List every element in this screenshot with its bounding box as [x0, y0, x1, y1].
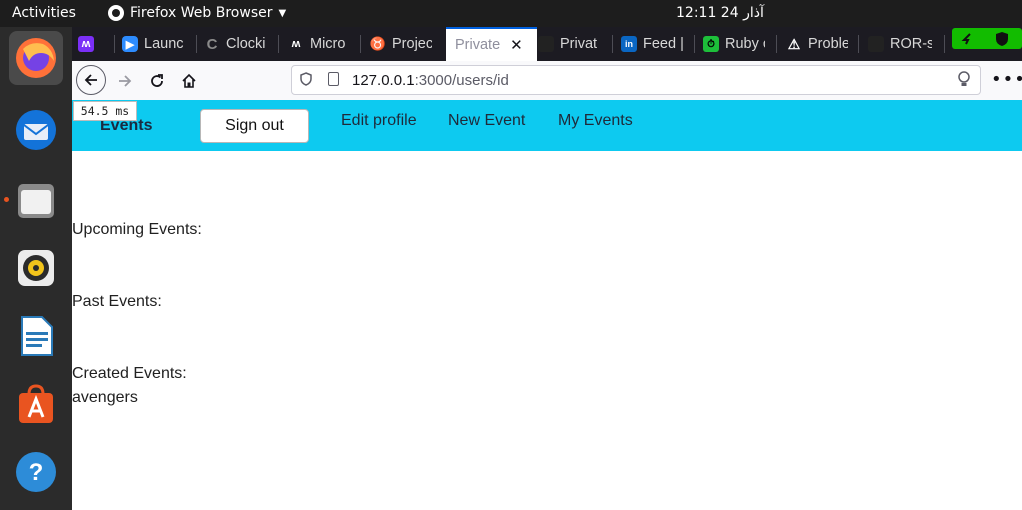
upcoming-events-heading: Upcoming Events: — [72, 221, 202, 238]
tab-miro[interactable]: ʍ — [78, 27, 110, 61]
url-text: 127.0.0.1:3000/users/id — [352, 72, 509, 89]
url-path: :3000/users/id — [414, 72, 509, 89]
app-menu-label: Firefox Web Browser — [130, 5, 273, 21]
shopping-bag-icon — [19, 384, 53, 423]
speaker-icon — [18, 250, 54, 286]
miro-icon: ʍ — [78, 36, 94, 52]
dock-item-help[interactable]: ? — [9, 445, 63, 499]
page-icon — [328, 72, 339, 86]
tab-private-github[interactable]: Privat — [538, 27, 600, 61]
dock: ? — [0, 27, 72, 510]
reload-button[interactable] — [142, 66, 172, 96]
dock-item-files[interactable] — [9, 173, 63, 227]
created-events-heading: Created Events: — [72, 365, 187, 382]
zoom-icon: ▶ — [122, 36, 138, 52]
created-event-item[interactable]: avengers — [72, 389, 138, 407]
shield-check-icon — [961, 32, 1008, 46]
github-icon — [538, 36, 554, 52]
reload-icon — [151, 74, 163, 87]
nav-link-edit-profile[interactable]: Edit profile — [341, 112, 417, 130]
folder-icon — [18, 184, 54, 218]
help-icon: ? — [16, 452, 56, 492]
warning-icon: ⚠ — [787, 35, 801, 52]
chevron-down-icon: ▼ — [278, 7, 287, 19]
tab-clockify[interactable]: C Clocki — [204, 27, 266, 61]
dock-item-software[interactable] — [9, 377, 63, 431]
firefox-icon — [108, 5, 124, 21]
page-content: Upcoming Events: Past Events: Created Ev… — [72, 151, 1022, 510]
clockify-icon: C — [206, 35, 218, 53]
nav-link-new-event[interactable]: New Event — [448, 112, 525, 130]
firefox-icon — [16, 38, 56, 78]
url-bar[interactable]: 127.0.0.1:3000/users/id — [291, 65, 981, 95]
arrow-right-icon — [119, 75, 132, 87]
thunderbird-icon — [16, 110, 56, 150]
home-button[interactable] — [174, 66, 204, 96]
back-button[interactable] — [76, 65, 106, 95]
dock-item-rhythmbox[interactable] — [9, 241, 63, 295]
extension-badge[interactable] — [952, 28, 1022, 49]
forward-button[interactable] — [110, 66, 140, 96]
timing-badge: 54.5 ms — [73, 101, 137, 121]
document-icon — [21, 316, 53, 356]
activities-button[interactable]: Activities — [12, 5, 76, 21]
tab-problem[interactable]: ⚠ Proble — [786, 27, 848, 61]
sign-out-button[interactable]: Sign out — [200, 109, 309, 143]
tab-private-active[interactable]: Private ✕ — [446, 27, 537, 61]
shield-icon[interactable] — [300, 72, 312, 89]
linkedin-icon: in — [621, 36, 637, 52]
microverse-icon: ʍ — [291, 38, 301, 50]
tab-strip: ʍ ▶ Launc C Clocki ʍ Micro ♉ Projec Priv… — [72, 27, 1022, 61]
dock-item-writer[interactable] — [9, 309, 63, 363]
tab-linkedin-feed[interactable]: in Feed | — [621, 27, 683, 61]
home-icon — [182, 73, 196, 88]
lightbulb-icon[interactable] — [958, 70, 970, 92]
app-menu[interactable]: Firefox Web Browser ▼ — [108, 5, 286, 21]
timer-icon: ⏱ — [703, 36, 719, 52]
github-icon — [868, 36, 884, 52]
browser-toolbar: 127.0.0.1:3000/users/id ••• — [72, 61, 1022, 101]
dock-item-thunderbird[interactable] — [9, 103, 63, 157]
tab-microverse[interactable]: ʍ Micro — [288, 27, 348, 61]
project-icon: ♉ — [370, 36, 387, 51]
nav-link-my-events[interactable]: My Events — [558, 112, 633, 130]
tab-project[interactable]: ♉ Projec — [370, 27, 432, 61]
more-menu-button[interactable]: ••• — [991, 69, 1022, 90]
site-navbar: Events Sign out Edit profile New Event M… — [72, 100, 1022, 151]
url-host: 127.0.0.1 — [352, 72, 415, 89]
arrow-left-icon — [84, 74, 97, 86]
svg-text:?: ? — [29, 459, 44, 486]
dock-item-firefox[interactable] — [9, 31, 63, 85]
close-icon[interactable]: ✕ — [510, 36, 523, 54]
tab-ruby[interactable]: ⏱ Ruby c — [703, 27, 765, 61]
clock[interactable]: 12:11 آذار 24 — [676, 5, 764, 21]
system-top-bar: Activities Firefox Web Browser ▼ 12:11 آ… — [0, 0, 1022, 27]
past-events-heading: Past Events: — [72, 293, 162, 310]
tab-launch[interactable]: ▶ Launc — [122, 27, 184, 61]
tab-ror[interactable]: ROR-s — [868, 27, 932, 61]
